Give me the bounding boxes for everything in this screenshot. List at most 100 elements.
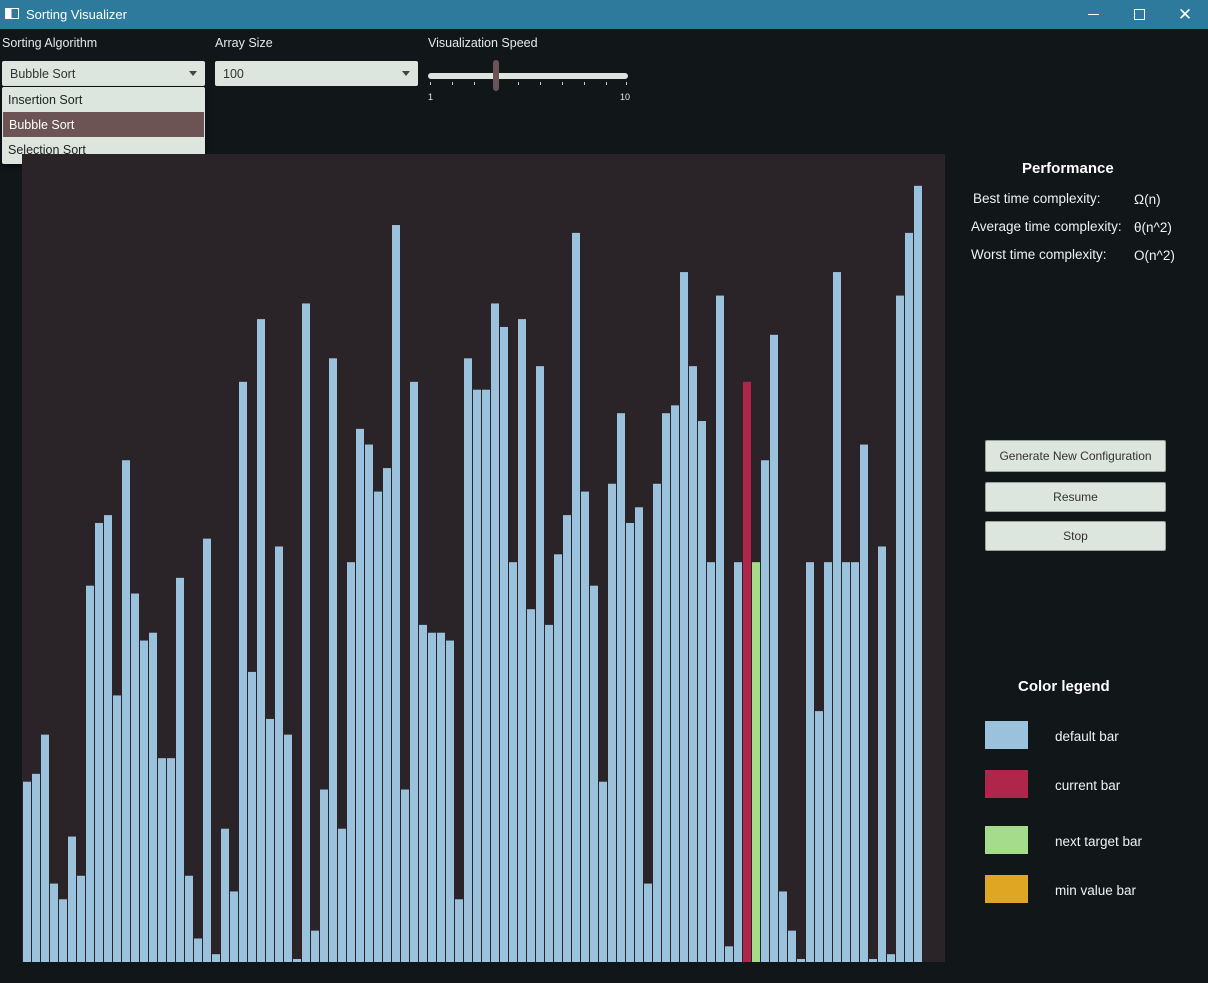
worst-complexity-label: Worst time complexity: xyxy=(971,247,1107,262)
default-bar xyxy=(770,334,778,962)
algorithm-select[interactable]: Bubble Sort xyxy=(2,61,205,86)
legend-swatch-default xyxy=(985,721,1028,749)
default-bar xyxy=(221,828,229,962)
default-bar xyxy=(554,554,562,962)
default-bar xyxy=(905,232,913,962)
default-bar xyxy=(428,632,436,962)
default-bar xyxy=(608,483,616,962)
default-bar xyxy=(806,562,814,962)
default-bar xyxy=(473,389,481,962)
default-bar xyxy=(320,789,328,962)
minimize-button[interactable] xyxy=(1070,0,1116,29)
default-bar xyxy=(239,381,247,963)
default-bar xyxy=(77,875,85,962)
default-bar xyxy=(689,366,697,962)
default-bar xyxy=(779,891,787,962)
default-bar xyxy=(302,303,310,962)
slider-tick xyxy=(584,82,585,85)
legend-label-default: default bar xyxy=(1055,729,1119,744)
default-bar xyxy=(491,303,499,962)
default-bar xyxy=(68,836,76,962)
default-bar xyxy=(464,358,472,962)
slider-tick xyxy=(474,82,475,85)
option-insertion-sort[interactable]: Insertion Sort xyxy=(2,87,205,112)
slider-tick xyxy=(562,82,563,85)
default-bar xyxy=(581,491,589,962)
bar-chart xyxy=(22,154,945,963)
default-bar xyxy=(500,326,508,962)
resume-button[interactable]: Resume xyxy=(985,482,1166,512)
default-bar xyxy=(410,381,418,963)
default-bar xyxy=(293,959,301,962)
performance-title: Performance xyxy=(1022,160,1114,177)
stop-button[interactable]: Stop xyxy=(985,521,1166,551)
default-bar xyxy=(734,562,742,962)
speed-slider[interactable]: 1 10 xyxy=(428,60,630,102)
default-bar xyxy=(878,546,886,962)
default-bar xyxy=(842,562,850,962)
legend-label-next: next target bar xyxy=(1055,834,1143,849)
default-bar xyxy=(545,624,553,962)
algorithm-label: Sorting Algorithm xyxy=(2,36,98,50)
array-size-label: Array Size xyxy=(215,36,273,50)
slider-thumb[interactable] xyxy=(493,60,500,91)
slider-tick xyxy=(452,82,453,85)
default-bar xyxy=(725,946,733,962)
default-bar xyxy=(707,562,715,962)
default-bar xyxy=(599,781,607,962)
default-bar xyxy=(50,883,58,962)
default-bar xyxy=(113,695,121,962)
default-bar xyxy=(122,460,130,962)
default-bar xyxy=(167,758,175,962)
default-bar xyxy=(176,577,184,962)
default-bar xyxy=(32,773,40,962)
default-bar xyxy=(698,421,706,962)
default-bar xyxy=(266,718,274,962)
default-bar xyxy=(446,640,454,962)
average-complexity-label: Average time complexity: xyxy=(971,219,1122,234)
default-bar xyxy=(365,444,373,962)
speed-label: Visualization Speed xyxy=(428,36,538,50)
algorithm-select-value: Bubble Sort xyxy=(10,67,76,81)
default-bar xyxy=(203,538,211,962)
default-bar xyxy=(374,491,382,962)
default-bar xyxy=(626,522,634,962)
default-bar xyxy=(392,225,400,962)
legend-swatch-current xyxy=(985,770,1028,798)
generate-button[interactable]: Generate New Configuration xyxy=(985,440,1166,472)
default-bar xyxy=(869,959,877,962)
default-bar xyxy=(95,522,103,962)
default-bar xyxy=(383,468,391,962)
chevron-down-icon xyxy=(189,71,197,76)
legend-swatch-min xyxy=(985,875,1028,903)
window-title: Sorting Visualizer xyxy=(26,7,127,22)
default-bar xyxy=(347,562,355,962)
close-button[interactable]: ✕ xyxy=(1162,0,1208,29)
close-icon: ✕ xyxy=(1177,5,1193,24)
default-bar xyxy=(131,593,139,962)
default-bar xyxy=(185,875,193,962)
best-complexity-label: Best time complexity: xyxy=(973,191,1101,206)
default-bar xyxy=(275,546,283,962)
default-bar xyxy=(824,562,832,962)
slider-tick xyxy=(518,82,519,85)
default-bar xyxy=(572,232,580,962)
default-bar xyxy=(896,295,904,963)
maximize-button[interactable] xyxy=(1116,0,1162,29)
current-bar xyxy=(743,381,751,963)
default-bar xyxy=(671,405,679,962)
option-bubble-sort[interactable]: Bubble Sort xyxy=(3,112,204,137)
default-bar xyxy=(851,562,859,962)
slider-track[interactable] xyxy=(428,73,628,79)
default-bar xyxy=(617,413,625,962)
minimize-icon xyxy=(1087,14,1099,15)
array-size-select-value: 100 xyxy=(223,67,244,81)
default-bar xyxy=(194,938,202,962)
default-bar xyxy=(23,781,31,962)
slider-tick xyxy=(430,82,431,85)
default-bar xyxy=(518,319,526,962)
default-bar xyxy=(653,483,661,962)
default-bar xyxy=(716,295,724,963)
slider-tick xyxy=(606,82,607,85)
array-size-select[interactable]: 100 xyxy=(215,61,418,86)
